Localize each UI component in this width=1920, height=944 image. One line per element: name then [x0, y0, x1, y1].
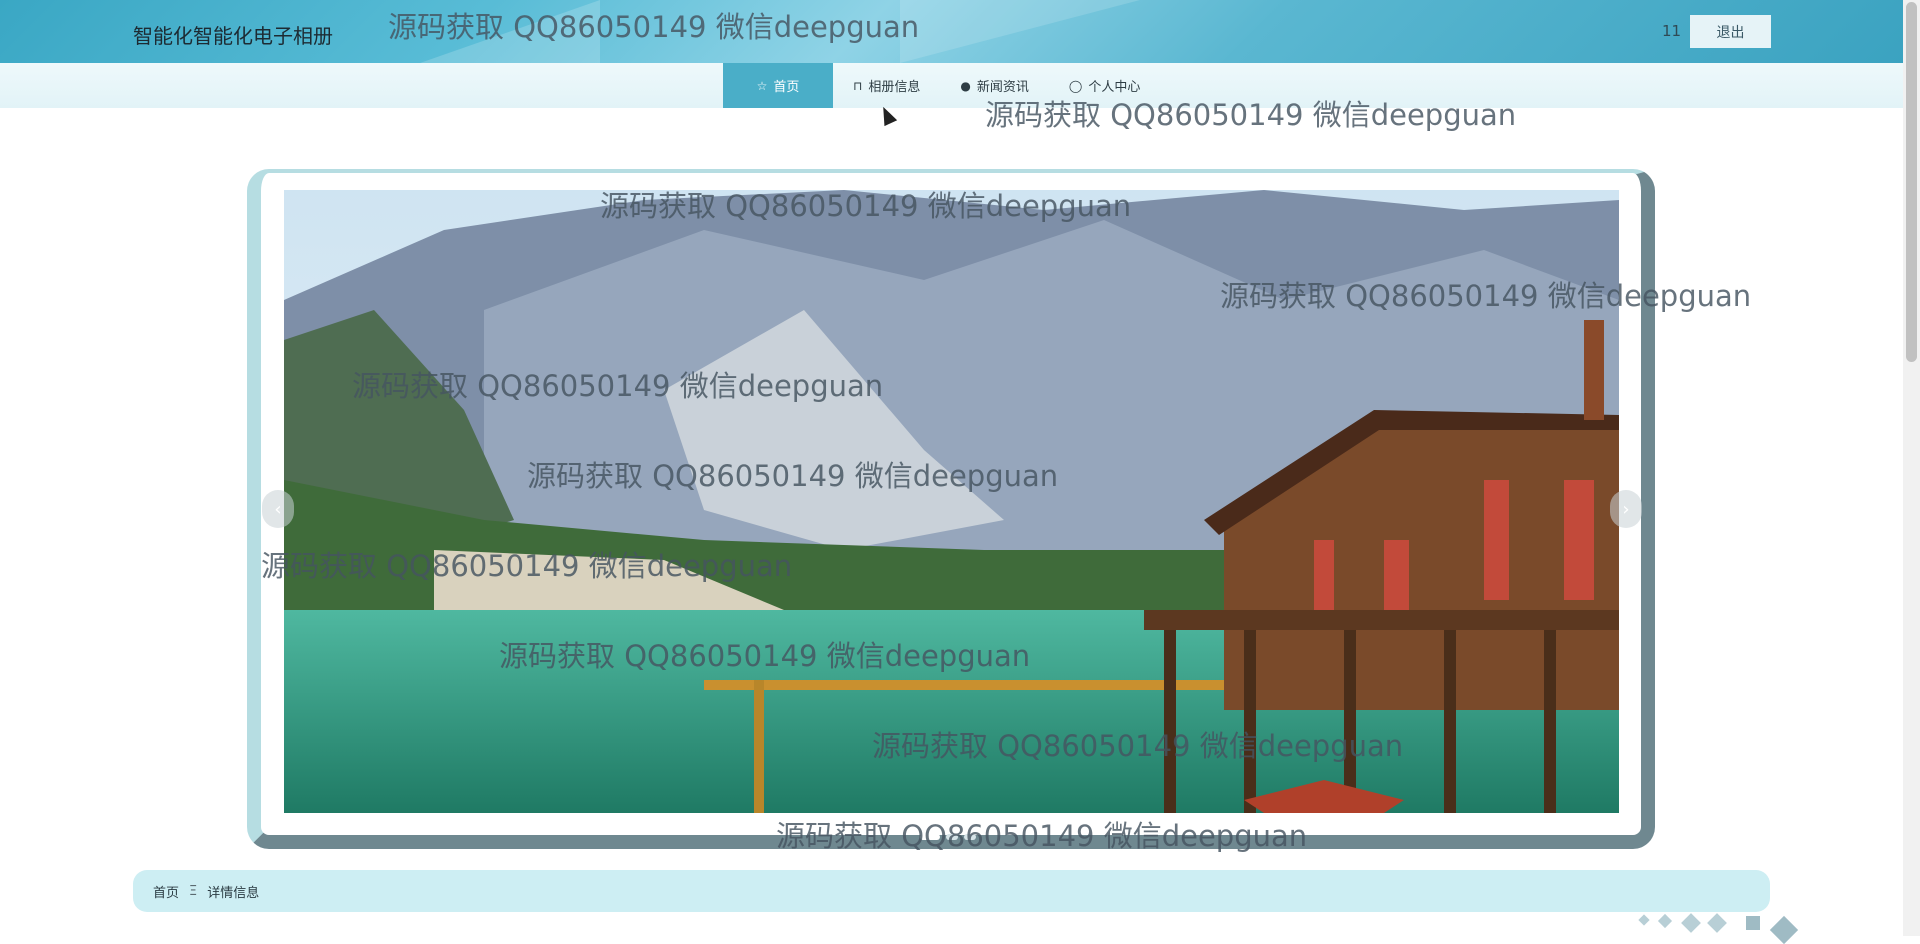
carousel-slide-image[interactable]: [284, 190, 1619, 813]
header-decoration: [900, 0, 1140, 63]
breadcrumb: 首页 Ξ 详情信息: [133, 870, 1770, 912]
carousel-next-button[interactable]: ›: [1610, 490, 1642, 528]
chevron-right-icon: ›: [1622, 498, 1630, 520]
carousel-dot[interactable]: [946, 834, 958, 840]
nav-item-albums[interactable]: ⊓ 相册信息: [833, 63, 940, 108]
info-circle-icon: ●: [960, 78, 971, 93]
logout-button[interactable]: 退出: [1690, 15, 1771, 48]
nav-item-label: 相册信息: [868, 80, 921, 95]
breadcrumb-home[interactable]: 首页: [153, 882, 179, 901]
breadcrumb-current: 详情信息: [207, 885, 260, 901]
carousel-prev-button[interactable]: ‹: [262, 490, 294, 528]
bag-icon: ⊓: [853, 78, 863, 93]
nav-item-home[interactable]: ☆ 首页: [723, 63, 833, 108]
chevron-left-icon: ‹: [274, 498, 282, 520]
decoration-diamond-icon: [1769, 915, 1799, 944]
nav-item-label: 新闻资讯: [976, 80, 1029, 95]
user-name: 11: [1662, 22, 1682, 40]
star-icon: ☆: [756, 78, 768, 93]
decoration-square-icon: [1746, 916, 1760, 930]
main-nav: ☆ 首页 ⊓ 相册信息 ● 新闻资讯 ◯ 个人中心: [723, 63, 1160, 108]
decoration-diamond-icon: [1657, 913, 1673, 929]
nav-item-label: 首页: [773, 80, 800, 95]
carousel-dot[interactable]: [964, 834, 976, 840]
header-decoration: [420, 0, 600, 63]
carousel-dot[interactable]: [920, 834, 940, 840]
nav-item-news[interactable]: ● 新闻资讯: [940, 63, 1049, 108]
scrollbar-thumb[interactable]: [1906, 2, 1917, 362]
decoration-diamond-icon: [1638, 914, 1650, 926]
nav-item-label: 个人中心: [1088, 80, 1141, 95]
lake-landscape-image: [284, 190, 1619, 813]
carousel-indicators: [920, 834, 976, 840]
top-header: 智能化智能化电子相册 11 退出: [0, 0, 1920, 63]
breadcrumb-separator-icon: Ξ: [189, 883, 198, 899]
decoration-diamond-icon: [1681, 913, 1701, 933]
decoration-diamond-icon: [1707, 913, 1727, 933]
nav-item-profile[interactable]: ◯ 个人中心: [1049, 63, 1160, 108]
site-title: 智能化智能化电子相册: [133, 24, 333, 48]
user-icon: ◯: [1068, 78, 1083, 93]
